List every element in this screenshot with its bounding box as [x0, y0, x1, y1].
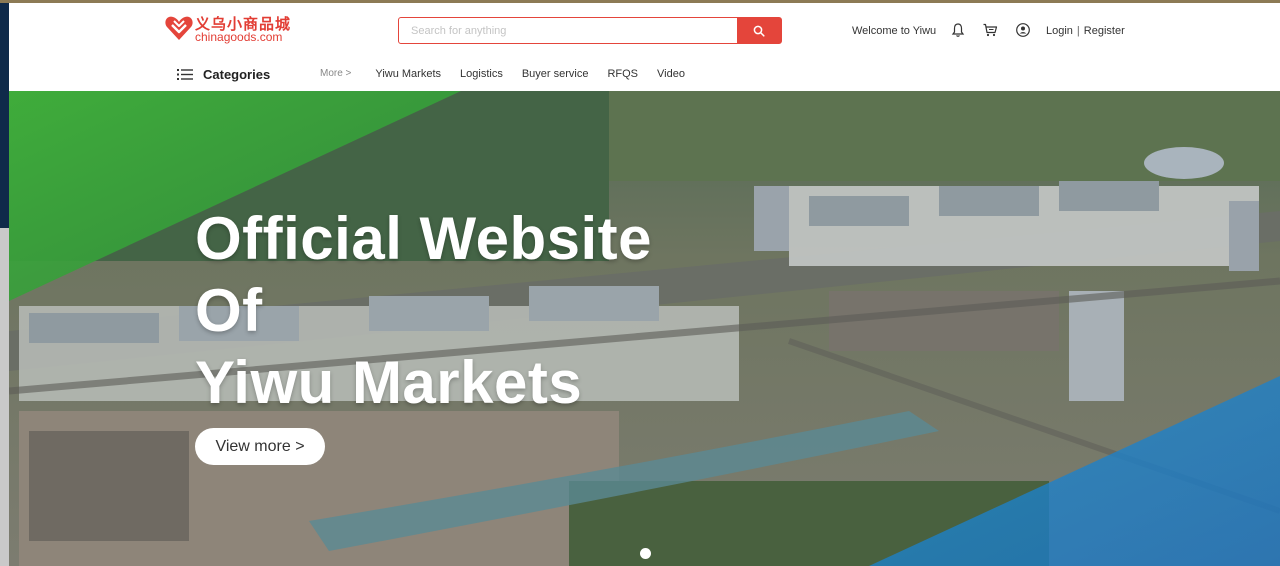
- hero-title-line-2: Of: [195, 277, 263, 344]
- nav-item-buyer-service[interactable]: Buyer service: [522, 68, 589, 80]
- hero-title-line-3: Yiwu Markets: [195, 349, 583, 416]
- page: 义乌小商品城 chinagoods.com Welcome to Yiwu: [0, 0, 1280, 566]
- site-header: 义乌小商品城 chinagoods.com Welcome to Yiwu: [9, 3, 1280, 91]
- left-edge-dark: [0, 3, 9, 228]
- auth-separator: |: [1076, 25, 1080, 37]
- hero-title: Official Website Of Yiwu Markets: [195, 203, 652, 419]
- welcome-text: Welcome to Yiwu: [852, 25, 937, 37]
- logo[interactable]: 义乌小商品城 chinagoods.com: [164, 13, 304, 45]
- nav-item-rfqs[interactable]: RFQS: [607, 68, 638, 80]
- login-link[interactable]: Login: [1046, 25, 1073, 37]
- cart-icon[interactable]: [982, 22, 998, 38]
- nav-item-logistics[interactable]: Logistics: [460, 68, 503, 80]
- logo-domain-text: chinagoods.com: [195, 30, 283, 44]
- categories-label: Categories: [203, 66, 271, 82]
- bell-icon[interactable]: [950, 22, 966, 38]
- search-input[interactable]: [399, 18, 737, 43]
- main-nav: More > Yiwu Markets Logistics Buyer serv…: [320, 68, 704, 80]
- user-icon[interactable]: [1015, 22, 1031, 38]
- categories-menu[interactable]: Categories: [177, 65, 270, 83]
- carousel-dot-active[interactable]: [640, 548, 651, 559]
- view-more-button[interactable]: View more >: [195, 428, 325, 465]
- register-link[interactable]: Register: [1084, 25, 1125, 37]
- menu-icon: [177, 68, 193, 80]
- nav-item-yiwu-markets[interactable]: Yiwu Markets: [375, 68, 441, 80]
- left-edge-gray: [0, 228, 9, 566]
- search-icon: [753, 25, 765, 37]
- auth-links: Login | Register: [1046, 25, 1125, 37]
- hero-banner[interactable]: Official Website Of Yiwu Markets View mo…: [9, 91, 1280, 566]
- hero-title-line-1: Official Website: [195, 205, 653, 272]
- nav-item-video[interactable]: Video: [657, 68, 685, 80]
- search-box: [398, 17, 782, 44]
- nav-more-link[interactable]: More >: [320, 68, 351, 80]
- logo-heart-icon: [165, 16, 193, 40]
- search-button[interactable]: [737, 18, 781, 43]
